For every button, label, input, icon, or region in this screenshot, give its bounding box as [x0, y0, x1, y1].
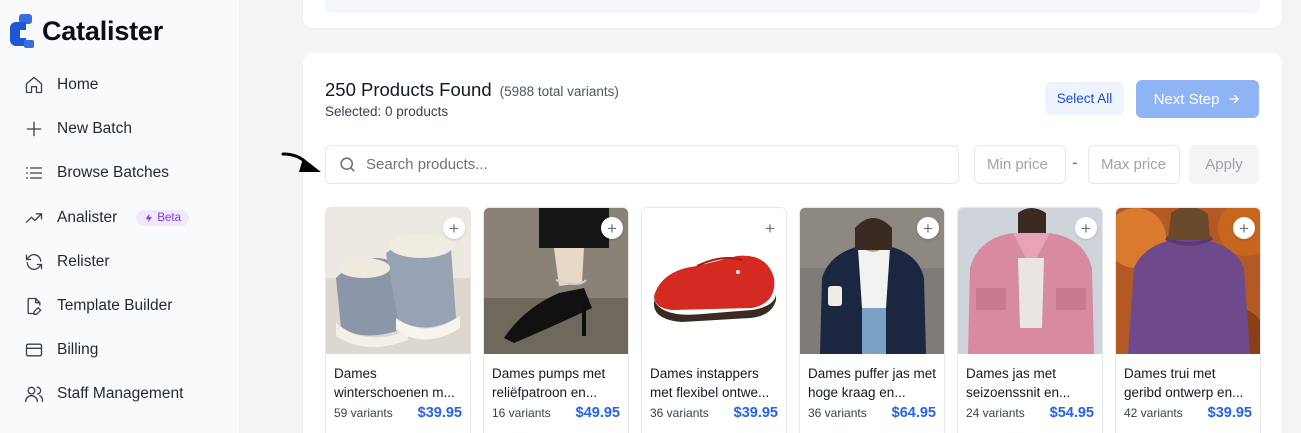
product-card[interactable]: + Dames pumps met reliëfpatroon en... 16… — [483, 207, 629, 433]
sidebar-item-new-batch[interactable]: New Batch — [0, 107, 240, 151]
product-image-pumps: + — [484, 208, 628, 354]
sidebar-item-label: Relister — [57, 252, 110, 270]
sidebar-item-label: Billing — [57, 341, 99, 359]
product-footer: 42 variants $39.95 — [1124, 405, 1252, 421]
add-product-button[interactable]: + — [1233, 217, 1255, 239]
results-header: 250 Products Found (5988 total variants) — [325, 79, 619, 101]
credit-card-icon — [25, 343, 43, 357]
product-name: Dames puffer jas met hoge kraag en... — [808, 366, 937, 400]
product-name: Dames winterschoenen m... — [334, 366, 455, 400]
app-name: Catalister — [42, 15, 164, 46]
price-range-separator: - — [1072, 153, 1078, 172]
file-edit-icon — [27, 297, 42, 316]
product-image-pink-jacket: + — [958, 208, 1102, 354]
trending-icon — [25, 212, 43, 223]
sidebar-item-label: Analister — [57, 208, 118, 226]
bolt-icon — [145, 213, 153, 222]
product-card[interactable]: + Dames instappers met flexibel ontwe...… — [641, 207, 787, 433]
product-name: Dames jas met seizoenssnit en... — [966, 366, 1071, 400]
next-step-label: Next Step — [1153, 90, 1220, 108]
product-variants: 36 variants — [808, 406, 867, 420]
logo-mark-icon — [10, 14, 34, 48]
product-price: $39.95 — [1207, 405, 1252, 421]
results-title: 250 Products Found — [325, 79, 492, 100]
logo[interactable]: Catalister — [10, 14, 163, 48]
product-image-puffer-jacket: + — [800, 208, 944, 354]
product-variants: 36 variants — [650, 406, 709, 420]
beta-badge: Beta — [136, 209, 189, 226]
sidebar-item-label: Home — [57, 76, 99, 94]
product-variants: 16 variants — [492, 406, 551, 420]
add-product-button[interactable]: + — [601, 217, 623, 239]
select-all-button[interactable]: Select All — [1045, 82, 1124, 115]
sidebar-item-label: Template Builder — [57, 297, 173, 315]
product-variants: 42 variants — [1124, 406, 1183, 420]
sidebar-item-label: Staff Management — [57, 385, 184, 403]
product-image-purple-sweater: + — [1116, 208, 1260, 354]
search-icon — [340, 157, 355, 172]
sidebar-item-browse-batches[interactable]: Browse Batches — [0, 151, 240, 195]
product-price: $49.95 — [575, 405, 620, 421]
plus-icon — [26, 121, 42, 137]
product-footer: 36 variants $39.95 — [650, 405, 778, 421]
add-product-button[interactable]: + — [1075, 217, 1097, 239]
min-price-input[interactable] — [975, 146, 1065, 183]
apply-button[interactable]: Apply — [1189, 145, 1259, 184]
product-name: Dames trui met geribd ontwerp en... — [1124, 366, 1244, 400]
search-field[interactable] — [325, 145, 959, 184]
min-price-field[interactable] — [974, 145, 1066, 184]
product-image-winter-shoes: + — [326, 208, 470, 354]
add-product-button[interactable]: + — [443, 217, 465, 239]
list-icon — [25, 167, 43, 180]
product-card[interactable]: + Dames winterschoenen m... 59 variants … — [325, 207, 471, 433]
previous-card-content — [325, 0, 1260, 13]
sidebar-item-label: New Batch — [57, 120, 132, 138]
selected-count: Selected: 0 products — [325, 104, 449, 119]
product-card[interactable]: + Dames trui met geribd ontwerp en... 42… — [1115, 207, 1261, 433]
sidebar-nav: Home New Batch Browse Batches Analister … — [0, 63, 240, 417]
pointer-arrow-icon — [281, 152, 321, 172]
product-price: $39.95 — [417, 405, 462, 421]
add-product-button[interactable]: + — [759, 217, 781, 239]
sidebar-item-label: Browse Batches — [57, 164, 169, 182]
product-footer: 59 variants $39.95 — [334, 405, 462, 421]
results-subtitle: (5988 total variants) — [499, 84, 619, 99]
next-step-button[interactable]: Next Step — [1136, 80, 1259, 118]
product-footer: 36 variants $64.95 — [808, 405, 936, 421]
arrow-right-icon — [1229, 94, 1240, 104]
beta-badge-label: Beta — [157, 211, 181, 224]
sidebar-item-template-builder[interactable]: Template Builder — [0, 284, 240, 328]
sidebar-item-billing[interactable]: Billing — [0, 328, 240, 372]
product-name: Dames pumps met reliëfpatroon en... — [492, 366, 606, 400]
product-footer: 24 variants $54.95 — [966, 405, 1094, 421]
users-icon — [25, 387, 44, 403]
product-footer: 16 variants $49.95 — [492, 405, 620, 421]
max-price-field[interactable] — [1088, 145, 1180, 184]
sidebar-item-relister[interactable]: Relister — [0, 240, 240, 284]
product-grid: + Dames winterschoenen m... 59 variants … — [325, 207, 1261, 433]
product-price: $54.95 — [1049, 405, 1094, 421]
product-price: $39.95 — [733, 405, 778, 421]
product-image-red-shoe: + — [642, 208, 786, 354]
refresh-icon — [25, 253, 43, 270]
product-variants: 59 variants — [334, 406, 393, 420]
product-card[interactable]: + Dames puffer jas met hoge kraag en... … — [799, 207, 945, 433]
products-panel: 250 Products Found (5988 total variants)… — [303, 53, 1282, 433]
max-price-input[interactable] — [1089, 146, 1179, 183]
sidebar-item-home[interactable]: Home — [0, 63, 240, 107]
sidebar-item-staff-management[interactable]: Staff Management — [0, 372, 240, 416]
previous-card — [303, 0, 1282, 28]
product-variants: 24 variants — [966, 406, 1025, 420]
sidebar: Catalister Home New Batch Browse Batches… — [0, 0, 240, 433]
sidebar-item-analister[interactable]: Analister Beta — [0, 196, 240, 240]
product-card[interactable]: + Dames jas met seizoenssnit en... 24 va… — [957, 207, 1103, 433]
product-name: Dames instappers met flexibel ontwe... — [650, 366, 770, 400]
product-price: $64.95 — [891, 405, 936, 421]
search-input[interactable] — [366, 156, 926, 173]
home-icon — [25, 76, 43, 94]
add-product-button[interactable]: + — [917, 217, 939, 239]
